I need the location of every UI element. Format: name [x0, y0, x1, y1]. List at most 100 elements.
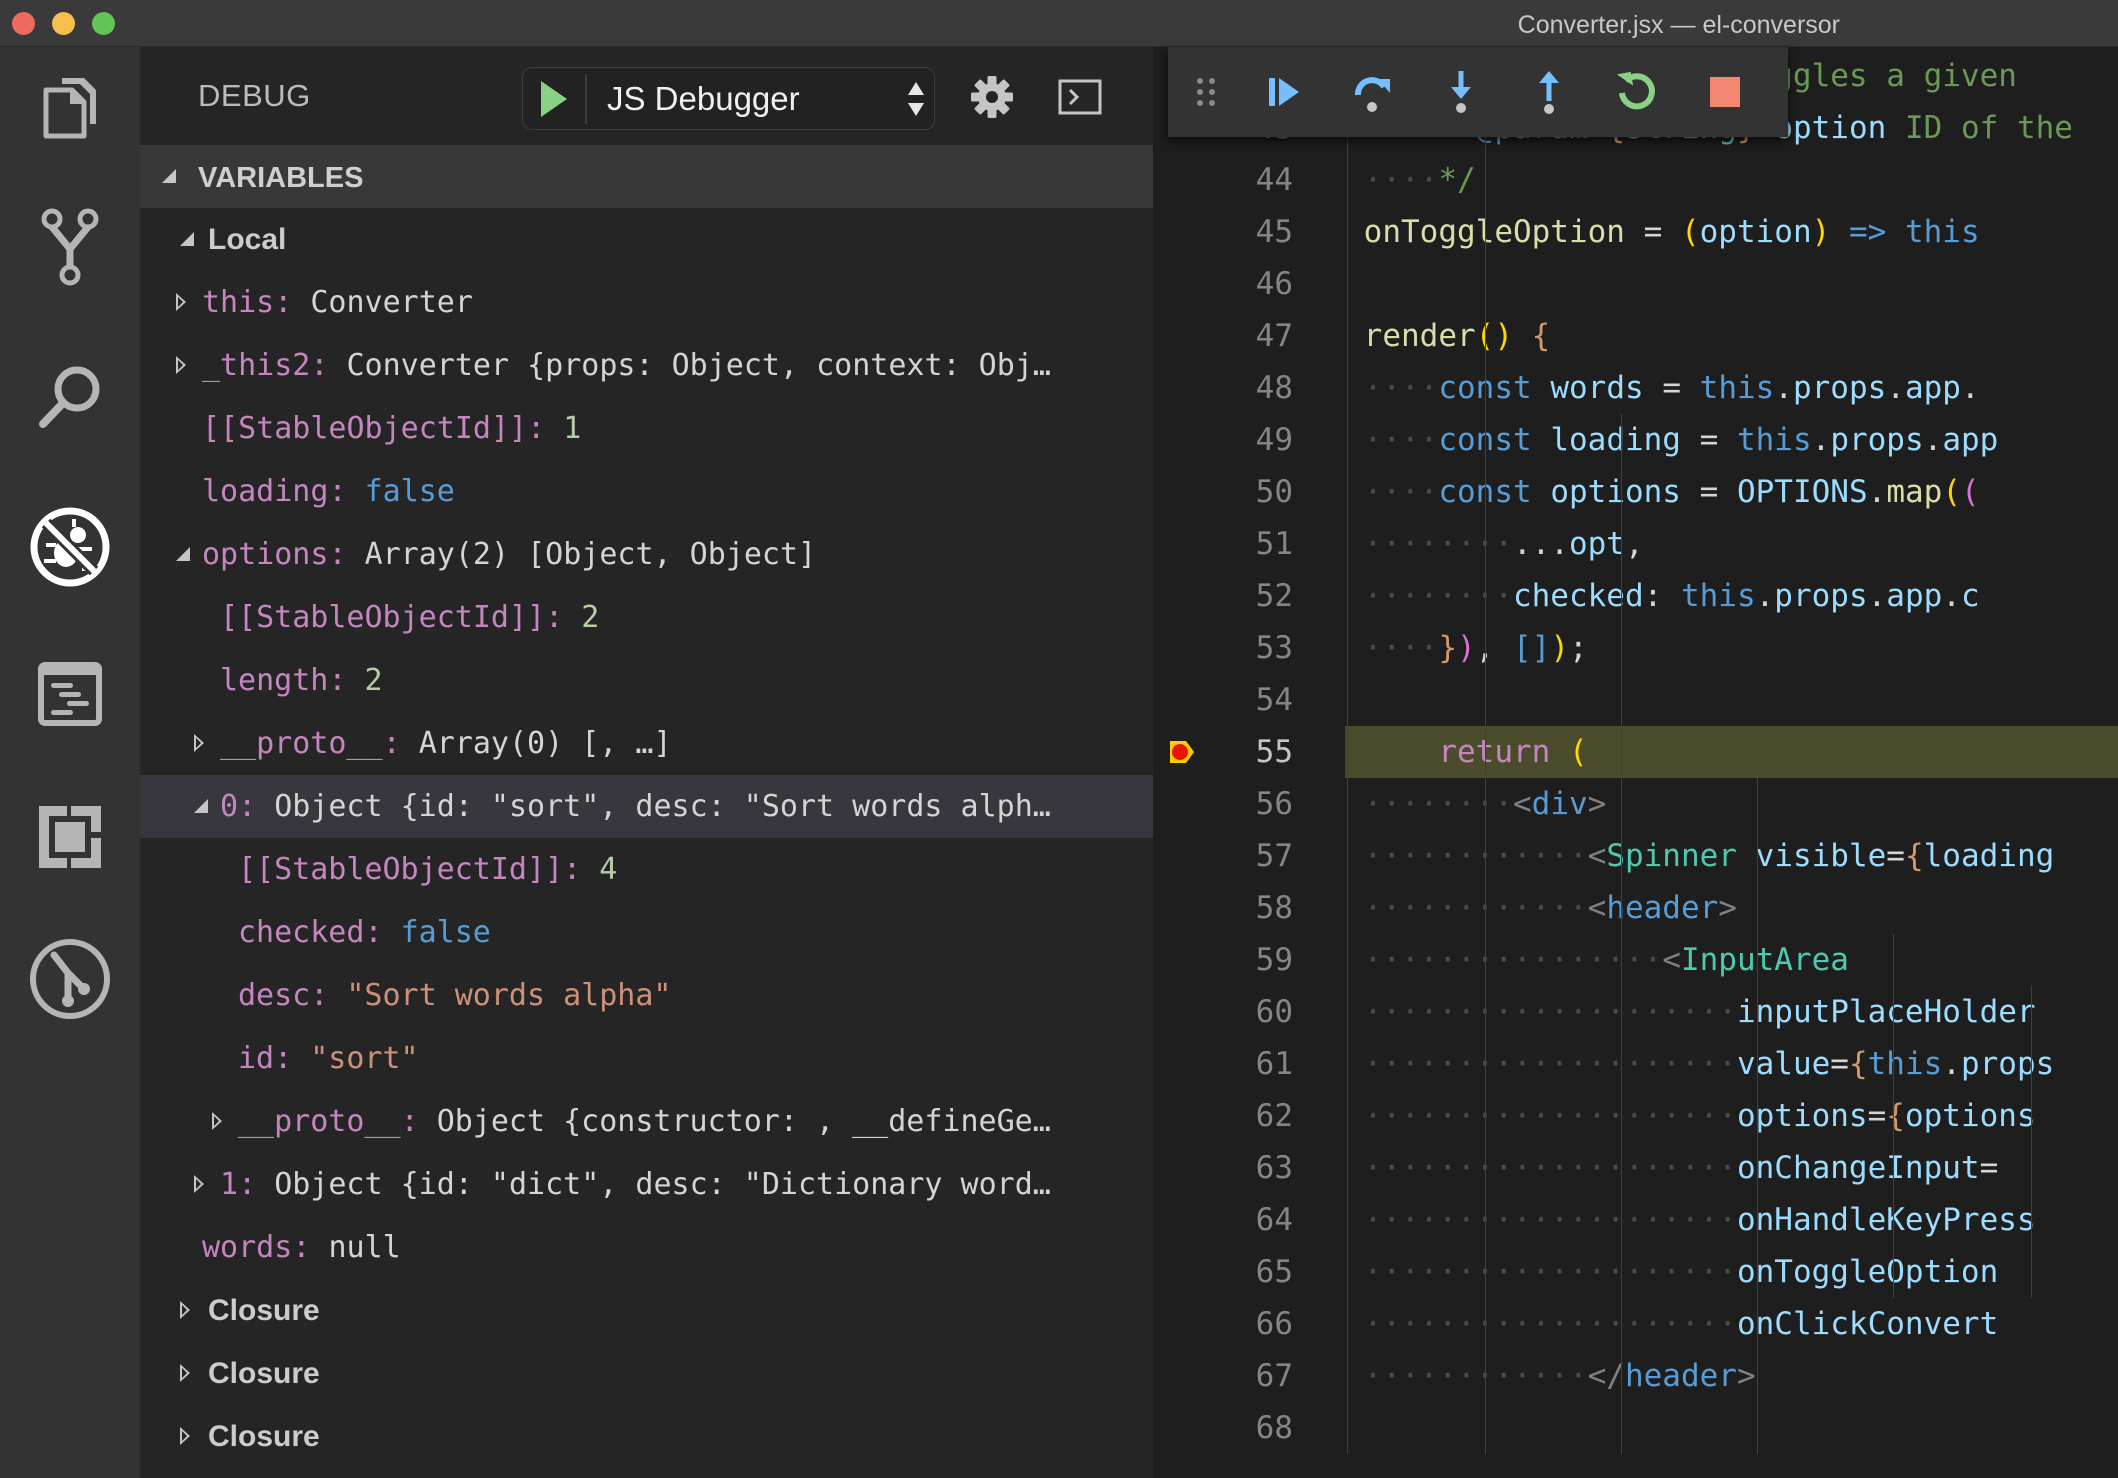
editor-gutter[interactable]: 4243444546474849505152535455565758596061… — [1153, 47, 1345, 1478]
code-line[interactable] — [1345, 674, 2118, 726]
line-number[interactable]: 64 — [1213, 1194, 1293, 1246]
code-line[interactable]: ····················onHandleKeyPress — [1345, 1194, 2118, 1246]
line-number[interactable]: 48 — [1213, 362, 1293, 414]
activity-search[interactable] — [0, 337, 140, 457]
play-icon[interactable] — [541, 81, 567, 117]
chevron-right-icon[interactable] — [176, 293, 186, 311]
line-number[interactable]: 55 — [1213, 726, 1293, 778]
line-number[interactable]: 54 — [1213, 674, 1293, 726]
step-over-button[interactable] — [1348, 67, 1398, 117]
line-number[interactable]: 62 — [1213, 1090, 1293, 1142]
line-number[interactable]: 46 — [1213, 258, 1293, 310]
variable-row[interactable]: length: 2 — [140, 649, 1153, 712]
line-number[interactable]: 51 — [1213, 518, 1293, 570]
breakpoint-stopped-icon[interactable] — [1169, 739, 1195, 765]
code-line[interactable]: ············<Spinner visible={loading — [1345, 830, 2118, 882]
line-number[interactable]: 58 — [1213, 882, 1293, 934]
code-editor[interactable]: 4243444546474849505152535455565758596061… — [1153, 47, 2118, 1478]
code-line[interactable]: ····················onToggleOption — [1345, 1246, 2118, 1298]
scope-row[interactable]: Closure — [140, 1405, 1153, 1468]
code-line[interactable]: ····················onChangeInput= — [1345, 1142, 2118, 1194]
chevron-right-icon[interactable] — [180, 1364, 190, 1382]
variable-row[interactable]: id: "sort" — [140, 1027, 1153, 1090]
chevron-right-icon[interactable] — [180, 1427, 190, 1445]
code-line[interactable]: ····················options={options — [1345, 1090, 2118, 1142]
variable-row[interactable]: words: null — [140, 1216, 1153, 1279]
line-number[interactable]: 57 — [1213, 830, 1293, 882]
line-number[interactable]: 47 — [1213, 310, 1293, 362]
code-line[interactable]: ····················value={this.props — [1345, 1038, 2118, 1090]
code-line[interactable]: onToggleOption = (option) => this — [1345, 206, 2118, 258]
variable-row[interactable]: 0: Object {id: "sort", desc: "Sort words… — [140, 775, 1153, 838]
code-line[interactable]: ············</header> — [1345, 1350, 2118, 1402]
activity-explorer[interactable] — [0, 47, 140, 167]
stop-button[interactable] — [1700, 67, 1750, 117]
variable-row[interactable]: checked: false — [140, 901, 1153, 964]
step-out-button[interactable] — [1524, 67, 1574, 117]
current-code-line[interactable]: ····return ( — [1345, 726, 2118, 778]
code-line[interactable]: ········checked: this.props.app.c — [1345, 570, 2118, 622]
open-launch-config-button[interactable] — [964, 69, 1020, 125]
code-line[interactable]: ····const loading = this.props.app — [1345, 414, 2118, 466]
code-line[interactable]: ················<InputArea — [1345, 934, 2118, 986]
variable-row[interactable]: [[StableObjectId]]: 2 — [140, 586, 1153, 649]
step-into-button[interactable] — [1436, 67, 1486, 117]
line-number[interactable]: 60 — [1213, 986, 1293, 1038]
variable-row[interactable]: [[StableObjectId]]: 4 — [140, 838, 1153, 901]
variable-row[interactable]: desc: "Sort words alpha" — [140, 964, 1153, 1027]
line-number[interactable]: 67 — [1213, 1350, 1293, 1402]
code-line[interactable]: ············<header> — [1345, 882, 2118, 934]
line-number[interactable]: 66 — [1213, 1298, 1293, 1350]
chevron-down-icon[interactable] — [180, 232, 194, 246]
line-number[interactable]: 50 — [1213, 466, 1293, 518]
line-number[interactable]: 68 — [1213, 1402, 1293, 1454]
line-number[interactable]: 53 — [1213, 622, 1293, 674]
variable-row[interactable]: loading: false — [140, 460, 1153, 523]
variable-row[interactable]: this: Converter — [140, 271, 1153, 334]
variable-row[interactable]: options: Array(2) [Object, Object] — [140, 523, 1153, 586]
code-line[interactable]: ····*/ — [1345, 154, 2118, 206]
debug-console-button[interactable] — [1052, 69, 1108, 125]
chevron-right-icon[interactable] — [176, 356, 186, 374]
code-line[interactable]: ········...opt, — [1345, 518, 2118, 570]
line-number[interactable]: 63 — [1213, 1142, 1293, 1194]
scope-row[interactable]: Closure — [140, 1279, 1153, 1342]
variable-row[interactable]: __proto__: Array(0) [, …] — [140, 712, 1153, 775]
line-number[interactable]: 44 — [1213, 154, 1293, 206]
line-number[interactable]: 52 — [1213, 570, 1293, 622]
variable-row[interactable]: 1: Object {id: "dict", desc: "Dictionary… — [140, 1153, 1153, 1216]
chevron-right-icon[interactable] — [194, 1175, 204, 1193]
scope-row[interactable]: Closure — [140, 1342, 1153, 1405]
line-number[interactable]: 49 — [1213, 414, 1293, 466]
code-line[interactable]: ········<div> — [1345, 778, 2118, 830]
variable-row[interactable]: _this2: Converter {props: Object, contex… — [140, 334, 1153, 397]
activity-git-history[interactable] — [0, 919, 140, 1039]
chevron-down-icon[interactable] — [176, 547, 190, 561]
code-line[interactable]: ····const words = this.props.app. — [1345, 362, 2118, 414]
code-line[interactable]: ····················inputPlaceHolder — [1345, 986, 2118, 1038]
launch-config-select[interactable]: JS Debugger — [522, 67, 935, 130]
line-number[interactable]: 61 — [1213, 1038, 1293, 1090]
line-number[interactable]: 59 — [1213, 934, 1293, 986]
drag-handle-icon[interactable] — [1196, 77, 1216, 107]
chevron-right-icon[interactable] — [180, 1301, 190, 1319]
line-number[interactable]: 45 — [1213, 206, 1293, 258]
activity-extensions[interactable] — [0, 777, 140, 897]
code-line[interactable]: ····}), []); — [1345, 622, 2118, 674]
editor-code-area[interactable]: ····* This function toggles a given ····… — [1345, 47, 2118, 1478]
code-line[interactable]: ····const options = OPTIONS.map(( — [1345, 466, 2118, 518]
line-number[interactable]: 65 — [1213, 1246, 1293, 1298]
continue-button[interactable] — [1260, 67, 1310, 117]
variable-row[interactable]: [[StableObjectId]]: 1 — [140, 397, 1153, 460]
activity-debug[interactable] — [0, 487, 140, 607]
code-line[interactable] — [1345, 258, 2118, 310]
code-line[interactable] — [1345, 1402, 2118, 1454]
code-line[interactable]: ····················onClickConvert — [1345, 1298, 2118, 1350]
variable-row[interactable]: __proto__: Object {constructor: , __defi… — [140, 1090, 1153, 1153]
line-number[interactable]: 56 — [1213, 778, 1293, 830]
code-line[interactable]: render() { — [1345, 310, 2118, 362]
scope-row[interactable]: Local — [140, 208, 1153, 271]
chevron-right-icon[interactable] — [212, 1112, 222, 1130]
variables-section-header[interactable]: VARIABLES — [140, 145, 1153, 208]
activity-source-control[interactable] — [0, 187, 140, 307]
